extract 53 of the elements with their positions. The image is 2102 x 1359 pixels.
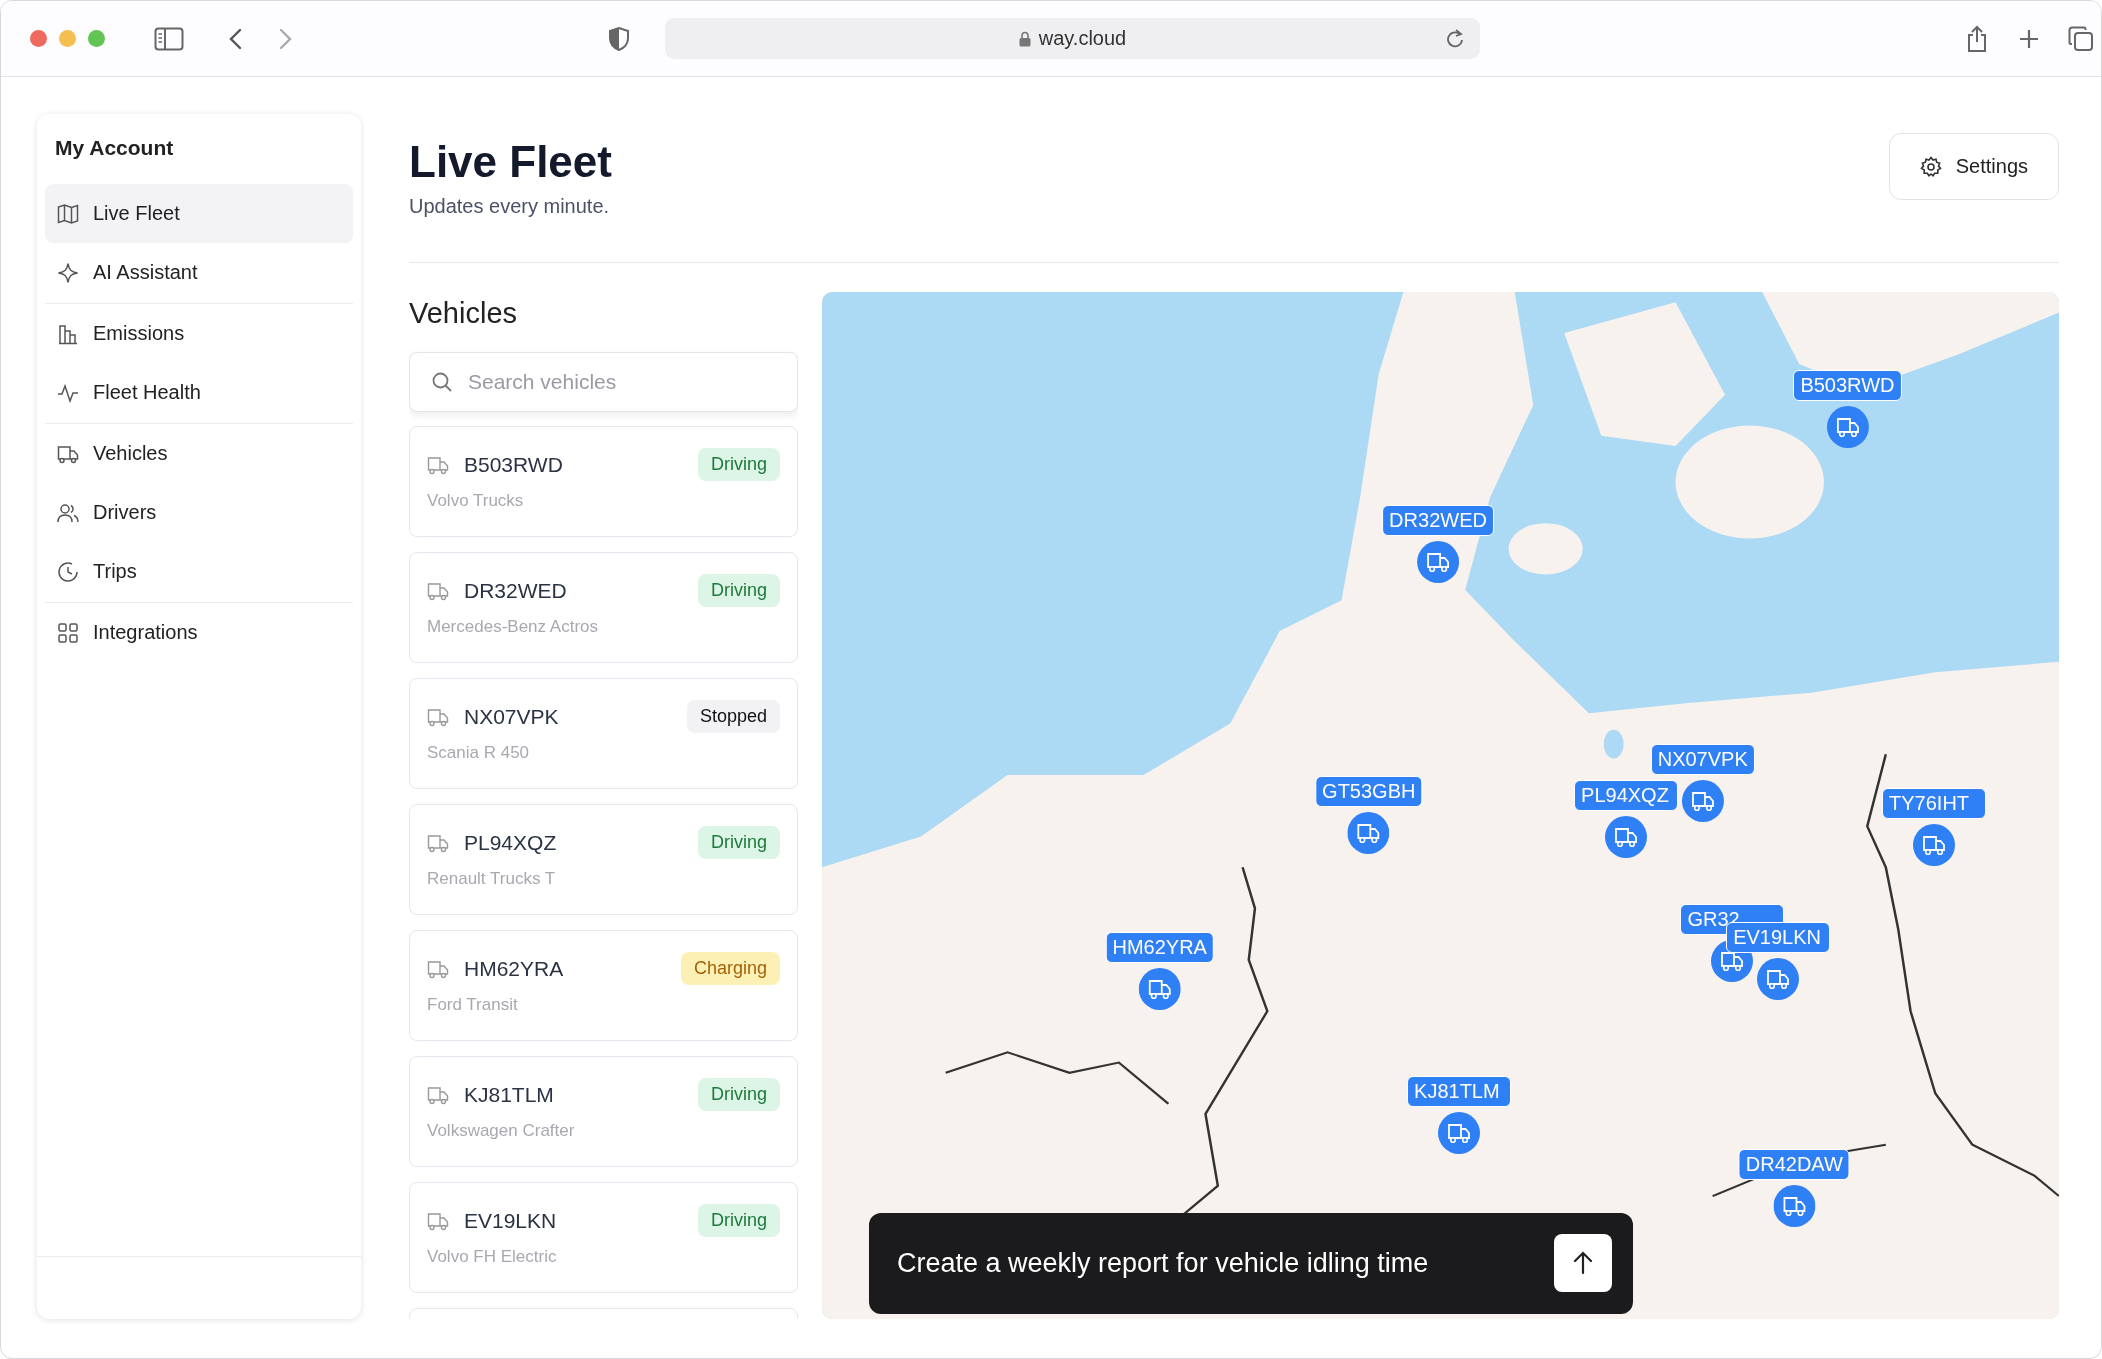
nav-item[interactable]: Trips [45, 542, 353, 601]
vehicle-marker-label[interactable]: B503RWD [1793, 370, 1902, 402]
vehicle-card[interactable]: EV19LKN Driving Volvo FH Electric [409, 1181, 798, 1293]
address-bar[interactable]: way.cloud [665, 18, 1480, 59]
vehicle-card[interactable]: HM62YRA Charging Ford Transit [409, 929, 798, 1041]
nav-item[interactable]: Live Fleet [45, 184, 353, 243]
vehicle-plate: NX07VPK [464, 704, 560, 729]
vehicle-marker-label[interactable]: PL94XQZ [1574, 780, 1679, 812]
vehicle-model: Scania R 450 [427, 742, 531, 763]
vehicle-plate: B503RWD [464, 452, 564, 477]
nav-item[interactable]: Integrations [45, 603, 353, 662]
vehicle-model: Volvo FH Electric [427, 1246, 558, 1267]
vehicle-model: Renault Trucks T [427, 868, 557, 889]
section-heading: Vehicles [409, 295, 518, 331]
vehicle-marker-label[interactable]: KJ81TLM [1407, 1076, 1512, 1108]
vehicle-card[interactable]: B503RWD Driving Volvo Trucks [409, 425, 798, 537]
nav-item[interactable]: Drivers [45, 483, 353, 542]
vehicle-marker-label[interactable]: GT53GBH [1315, 776, 1423, 808]
page-subtitle: Updates every minute. [409, 194, 611, 218]
nav-item[interactable]: Vehicles [45, 424, 353, 483]
vehicle-plate: DR32WED [464, 578, 568, 603]
vehicle-card[interactable]: NX07VPK Stopped Scania R 450 [409, 677, 798, 789]
status-badge: Stopped [686, 700, 780, 734]
search-field[interactable]: Search vehicles [409, 351, 798, 412]
vehicle-marker-label[interactable]: DR32WED [1382, 504, 1494, 536]
vehicle-model: Volvo Trucks [427, 490, 525, 511]
vehicle-marker-label[interactable]: NX07VPK [1650, 744, 1755, 776]
page-title: Live Fleet [409, 136, 612, 188]
vehicle-plate: EV19LKN [464, 1208, 558, 1233]
status-badge: Driving [698, 448, 780, 482]
account-title: My Account [54, 135, 175, 161]
vehicle-plate: HM62YRA [464, 956, 565, 981]
vehicle-marker-label[interactable]: DR42DAW [1738, 1149, 1850, 1180]
nav-item[interactable]: Fleet Health [45, 363, 353, 422]
vehicle-card[interactable]: KJ81TLM Driving Volkswagen Crafter [409, 1055, 798, 1167]
nav-item[interactable]: Emissions [45, 304, 353, 363]
status-badge: Driving [698, 574, 780, 608]
vehicle-plate: KJ81TLM [464, 1082, 555, 1107]
vehicle-model: Ford Transit [427, 994, 519, 1015]
vehicle-marker-label[interactable]: HM62YRA [1105, 932, 1214, 964]
vehicle-model: Volkswagen Crafter [427, 1120, 576, 1141]
prompt-field[interactable]: Create a weekly report for vehicle idling time [869, 1213, 1633, 1314]
vehicle-plate: PL94XQZ [464, 830, 558, 855]
status-badge: Driving [698, 826, 780, 860]
vehicle-marker-label[interactable]: TY76IHT [1882, 788, 1987, 820]
settings-button[interactable]: Settings [1888, 133, 2059, 200]
nav-item[interactable]: AI Assistant [45, 243, 353, 302]
vehicle-card[interactable]: DR32WED Driving Mercedes-Benz Actros [409, 551, 798, 663]
vehicle-model: Mercedes-Benz Actros [427, 616, 599, 637]
status-badge: Driving [698, 1204, 780, 1238]
vehicle-card[interactable]: PL94XQZ Driving Renault Trucks T [409, 803, 798, 915]
status-badge: Charging [680, 952, 780, 986]
status-badge: Driving [698, 1078, 780, 1112]
